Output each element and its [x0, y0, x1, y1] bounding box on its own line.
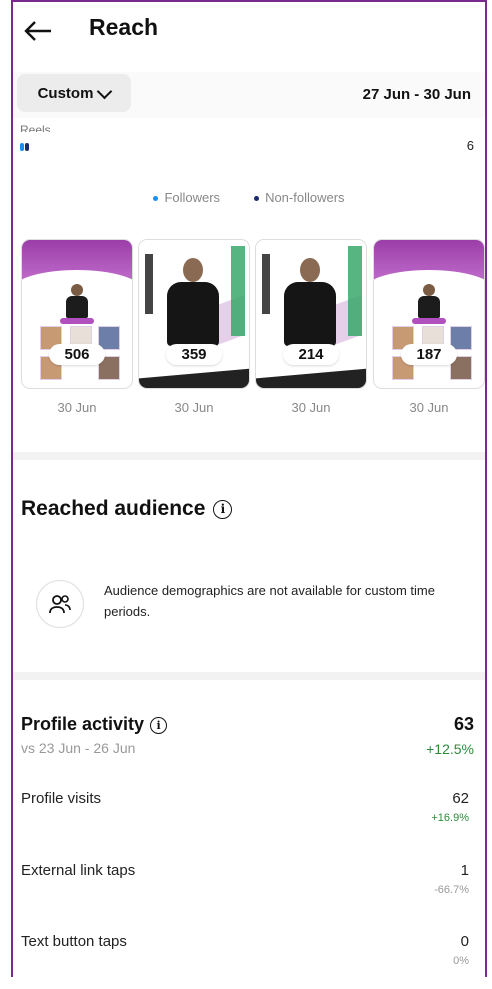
metric-change: -66.7%: [434, 884, 469, 896]
legend: Followers Non-followers: [13, 190, 485, 205]
name-ribbon: [412, 318, 446, 324]
frame-border-right: [485, 0, 487, 977]
poster-welcome-banner: [231, 246, 245, 336]
filter-row: Custom 27 Jun - 30 Jun: [13, 72, 485, 118]
comparison-period: vs 23 Jun - 26 Jun: [21, 740, 136, 756]
metric-label: Text button taps: [21, 933, 127, 950]
breakdown-label: Reels: [20, 123, 51, 132]
content-carousel: 506 359 214 187: [22, 240, 484, 390]
content-date: 30 Jun: [57, 400, 97, 415]
reached-audience-heading: Reached audience i: [21, 497, 233, 521]
top-bar: Reach: [13, 2, 485, 62]
followers-dot-icon: [153, 196, 159, 202]
content-thumbnail[interactable]: 359: [139, 240, 249, 388]
breakdown-value: 6: [466, 138, 474, 153]
person-image: [418, 284, 440, 320]
content-date: 30 Jun: [174, 400, 214, 415]
metric-value: 1: [460, 862, 469, 879]
section-divider: [13, 672, 485, 680]
reach-count: 506: [49, 344, 105, 365]
reach-count: 214: [283, 344, 339, 365]
legend-non-followers: Non-followers: [254, 190, 345, 205]
page-title: Reach: [89, 14, 159, 40]
followers-bar: [20, 143, 24, 151]
metric-change: 0%: [453, 955, 469, 967]
content-date: 30 Jun: [409, 400, 449, 415]
content-thumbnail[interactable]: 214: [256, 240, 366, 388]
non-followers-dot-icon: [254, 196, 260, 202]
profile-activity-heading: Profile activity i: [21, 714, 168, 735]
reach-count: 359: [166, 344, 222, 365]
reach-count: 187: [401, 344, 457, 365]
period-dropdown[interactable]: Custom: [17, 74, 131, 112]
metric-text-button-taps[interactable]: Text button taps 0 0%: [13, 933, 485, 989]
content-date: 30 Jun: [291, 400, 331, 415]
info-icon[interactable]: i: [213, 499, 233, 519]
metric-profile-visits[interactable]: Profile visits 62 +16.9%: [13, 790, 485, 846]
profile-activity-change: +12.5%: [426, 741, 474, 757]
period-dropdown-label: Custom: [37, 84, 94, 102]
metric-value: 62: [452, 790, 469, 807]
audience-people-icon: [36, 580, 84, 628]
audience-unavailable-message: Audience demographics are not available …: [104, 583, 435, 619]
person-image: [66, 284, 88, 320]
back-arrow-icon[interactable]: [21, 14, 55, 48]
info-icon[interactable]: i: [150, 716, 168, 734]
legend-non-followers-label: Non-followers: [265, 190, 345, 205]
profile-activity-total: 63: [453, 714, 474, 734]
profile-activity-title: Profile activity: [21, 714, 145, 734]
person-image: [282, 254, 338, 346]
content-thumbnail[interactable]: 506: [22, 240, 132, 388]
reached-audience-title: Reached audience: [21, 497, 206, 520]
date-range: 27 Jun - 30 Jun: [362, 86, 471, 103]
person-image: [165, 254, 221, 346]
legend-followers-label: Followers: [164, 190, 221, 205]
metric-label: Profile visits: [21, 790, 102, 807]
section-divider: [13, 452, 485, 460]
chevron-down-icon: [97, 83, 113, 99]
poster-coach-banner: [145, 254, 153, 314]
legend-followers: Followers: [153, 190, 220, 205]
metric-value: 0: [460, 933, 469, 950]
poster-welcome-banner: [348, 246, 362, 336]
breakdown-bar: [20, 143, 30, 151]
non-followers-bar: [25, 143, 29, 151]
content-thumbnail[interactable]: 187: [374, 240, 484, 388]
metric-external-link-taps[interactable]: External link taps 1 -66.7%: [13, 862, 485, 918]
metric-label: External link taps: [21, 862, 136, 879]
metric-change: +16.9%: [431, 812, 469, 824]
poster-coach-banner: [262, 254, 270, 314]
name-ribbon: [60, 318, 94, 324]
